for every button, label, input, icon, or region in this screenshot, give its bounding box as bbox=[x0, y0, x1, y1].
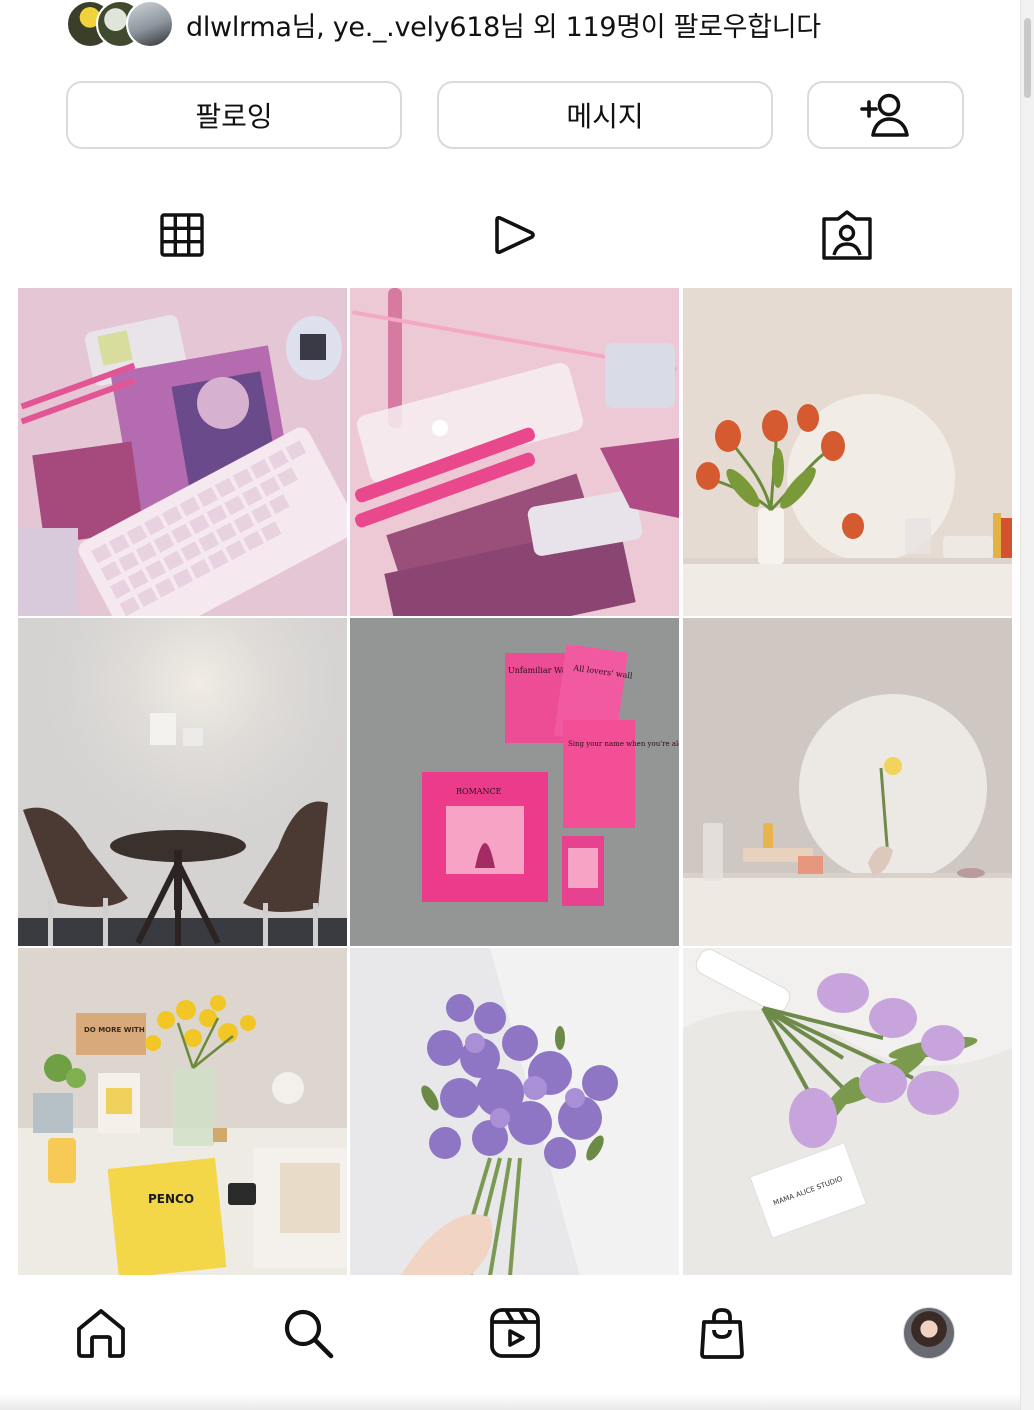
reels-play-icon bbox=[495, 215, 535, 255]
post-image bbox=[683, 618, 1012, 946]
scrollbar-thumb[interactable] bbox=[1024, 18, 1031, 98]
search-icon bbox=[284, 1309, 334, 1359]
notebook-text: PENCO bbox=[148, 1192, 194, 1206]
suggest-accounts-button[interactable] bbox=[807, 81, 964, 149]
post-image bbox=[18, 618, 347, 946]
shop-bag-icon bbox=[700, 1308, 744, 1359]
following-button[interactable]: 팔로잉 bbox=[66, 81, 402, 149]
page-scrollbar[interactable] bbox=[1020, 0, 1034, 1410]
followed-by-text[interactable]: dlwlrma님, ye._.vely618님 외 119명이 팔로우합니다 bbox=[186, 5, 821, 44]
post-thumbnail[interactable] bbox=[350, 288, 679, 616]
post-thumbnail[interactable]: Unfamiliar Waltz All lovers' wall Sing y… bbox=[350, 618, 679, 946]
tab-reels[interactable] bbox=[485, 205, 545, 265]
message-button[interactable]: 메시지 bbox=[437, 81, 773, 149]
post-thumbnail[interactable] bbox=[683, 618, 1012, 946]
post-image: MAMA ALICE STUDIO bbox=[683, 948, 1012, 1276]
bottom-navigation bbox=[0, 1275, 1020, 1410]
grid-icon bbox=[160, 213, 204, 257]
profile-avatar bbox=[903, 1307, 955, 1359]
post-thumbnail[interactable]: DO MORE WITH PENCO bbox=[18, 948, 347, 1276]
post-image bbox=[683, 288, 1012, 616]
tab-posts[interactable] bbox=[152, 205, 212, 265]
nav-profile[interactable] bbox=[899, 1303, 959, 1363]
post-thumbnail[interactable] bbox=[350, 948, 679, 1276]
tab-tagged[interactable] bbox=[817, 205, 877, 265]
tagged-person-icon bbox=[822, 210, 872, 260]
book-title: ROMANCE bbox=[456, 787, 502, 796]
post-thumbnail[interactable] bbox=[18, 288, 347, 616]
post-image: DO MORE WITH PENCO bbox=[18, 948, 347, 1276]
post-thumbnail[interactable] bbox=[683, 288, 1012, 616]
post-image bbox=[18, 288, 347, 616]
post-thumbnail[interactable]: MAMA ALICE STUDIO bbox=[683, 948, 1012, 1276]
nav-reels[interactable] bbox=[485, 1303, 545, 1363]
add-person-icon bbox=[859, 93, 909, 137]
nav-home[interactable] bbox=[71, 1303, 131, 1363]
follower-avatars bbox=[66, 0, 174, 48]
post-image: Unfamiliar Waltz All lovers' wall Sing y… bbox=[350, 618, 679, 946]
post-image bbox=[350, 948, 679, 1276]
sign-text: DO MORE WITH bbox=[84, 1026, 145, 1034]
follower-avatar bbox=[126, 0, 174, 48]
nav-bottom-edge bbox=[0, 1394, 1020, 1410]
nav-shop[interactable] bbox=[692, 1303, 752, 1363]
posts-grid: Unfamiliar Waltz All lovers' wall Sing y… bbox=[18, 288, 1012, 1276]
reels-icon bbox=[490, 1308, 540, 1358]
book-title: Sing your name when you're alone at the … bbox=[568, 740, 679, 748]
post-image bbox=[350, 288, 679, 616]
home-icon bbox=[77, 1309, 125, 1358]
post-thumbnail[interactable] bbox=[18, 618, 347, 946]
followed-by-row[interactable]: dlwlrma님, ye._.vely618님 외 119명이 팔로우합니다 bbox=[66, 0, 821, 48]
nav-search[interactable] bbox=[278, 1303, 338, 1363]
